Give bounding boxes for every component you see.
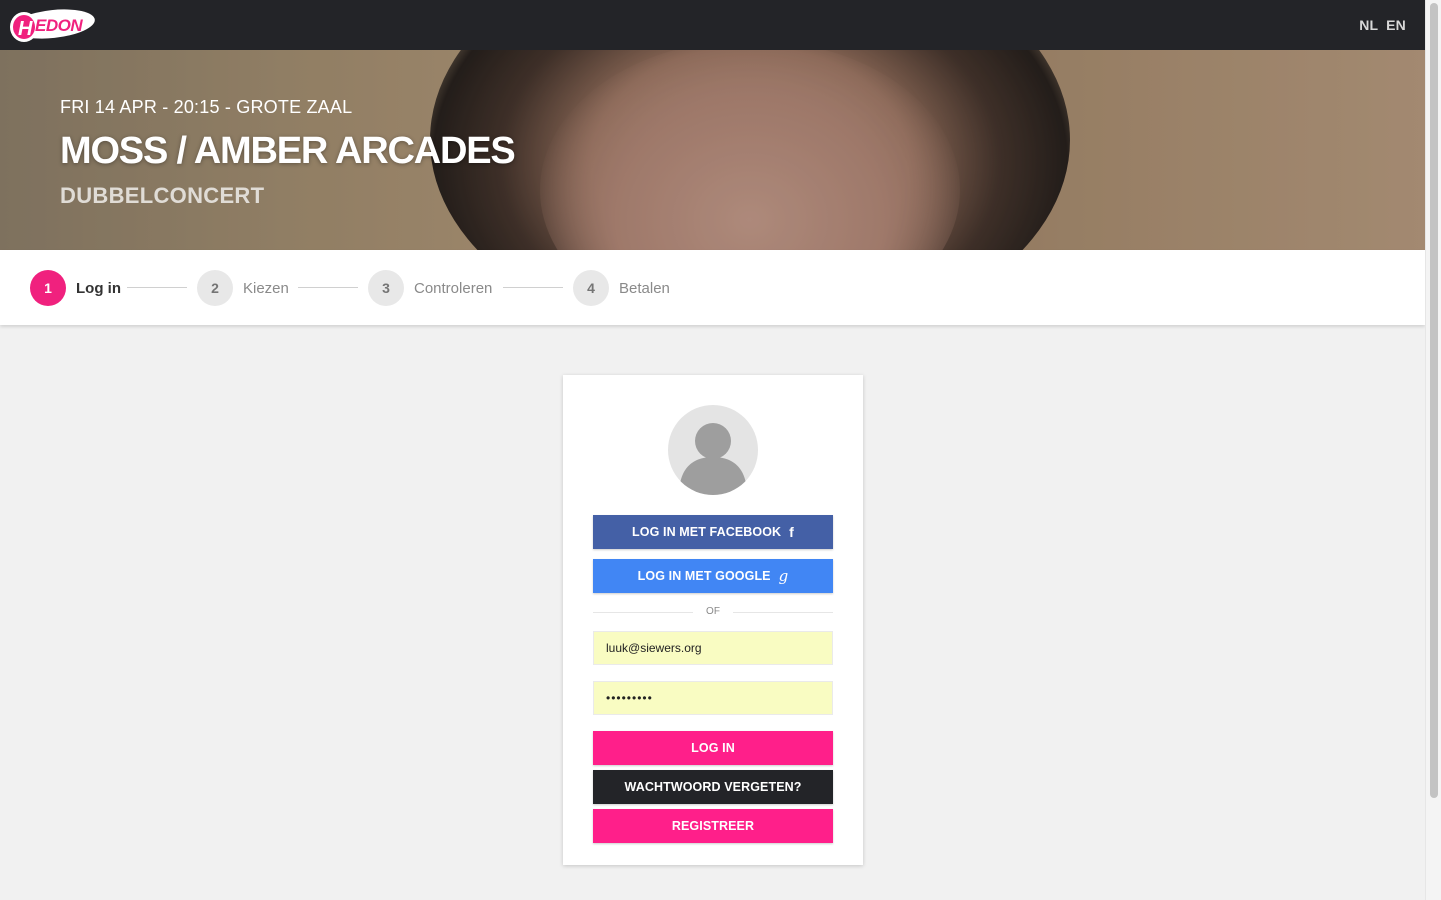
step-betalen: 4 Betalen (573, 270, 670, 306)
step-kiezen: 2 Kiezen (197, 270, 289, 306)
checkout-steps: 1 Log in 2 Kiezen 3 Controleren 4 Betale… (0, 250, 1425, 325)
facebook-icon: f (789, 524, 794, 540)
google-login-label: LOG IN MET GOOGLE (637, 569, 771, 583)
language-nl[interactable]: NL (1359, 17, 1378, 33)
step-connector (298, 287, 358, 288)
user-silhouette-icon (668, 405, 758, 495)
step-label: Log in (76, 279, 121, 297)
email-field[interactable] (593, 631, 833, 665)
step-number: 3 (368, 270, 404, 306)
page-scrollbar[interactable] (1425, 0, 1441, 900)
scrollbar-thumb[interactable] (1430, 3, 1438, 798)
step-label: Kiezen (243, 279, 289, 297)
step-number: 2 (197, 270, 233, 306)
divider-line-right (733, 612, 833, 613)
step-connector (127, 287, 187, 288)
top-navbar: H EDON NL EN (0, 0, 1425, 50)
language-switcher: NL EN (1355, 17, 1406, 33)
event-title: MOSS / AMBER ARCADES (60, 130, 516, 172)
login-button[interactable]: LOG IN (593, 731, 833, 765)
step-label: Controleren (414, 279, 493, 297)
facebook-login-button[interactable]: LOG IN MET FACEBOOK f (593, 515, 833, 549)
google-login-button[interactable]: LOG IN MET GOOGLE g (593, 559, 833, 593)
svg-text:EDON: EDON (35, 16, 83, 35)
svg-text:H: H (18, 18, 33, 40)
login-card: LOG IN MET FACEBOOK f LOG IN MET GOOGLE … (563, 375, 863, 865)
event-meta: FRI 14 APR - 20:15 - GROTE ZAAL (60, 97, 353, 117)
event-subtitle: DUBBELCONCERT (60, 183, 265, 208)
event-hero-banner: FRI 14 APR - 20:15 - GROTE ZAAL MOSS / A… (0, 50, 1425, 250)
google-icon: g (778, 567, 789, 585)
step-number: 1 (30, 270, 66, 306)
or-divider: OF (593, 606, 833, 618)
language-en[interactable]: EN (1386, 17, 1406, 33)
forgot-password-button[interactable]: WACHTWOORD VERGETEN? (593, 770, 833, 804)
facebook-login-label: LOG IN MET FACEBOOK (632, 525, 782, 539)
step-number: 4 (573, 270, 609, 306)
step-connector (503, 287, 563, 288)
step-label: Betalen (619, 279, 670, 297)
step-login: 1 Log in (30, 270, 121, 306)
register-button[interactable]: REGISTREER (593, 809, 833, 843)
password-field[interactable] (593, 681, 833, 715)
hedon-logo[interactable]: H EDON (8, 6, 98, 44)
step-controleren: 3 Controleren (368, 270, 492, 306)
